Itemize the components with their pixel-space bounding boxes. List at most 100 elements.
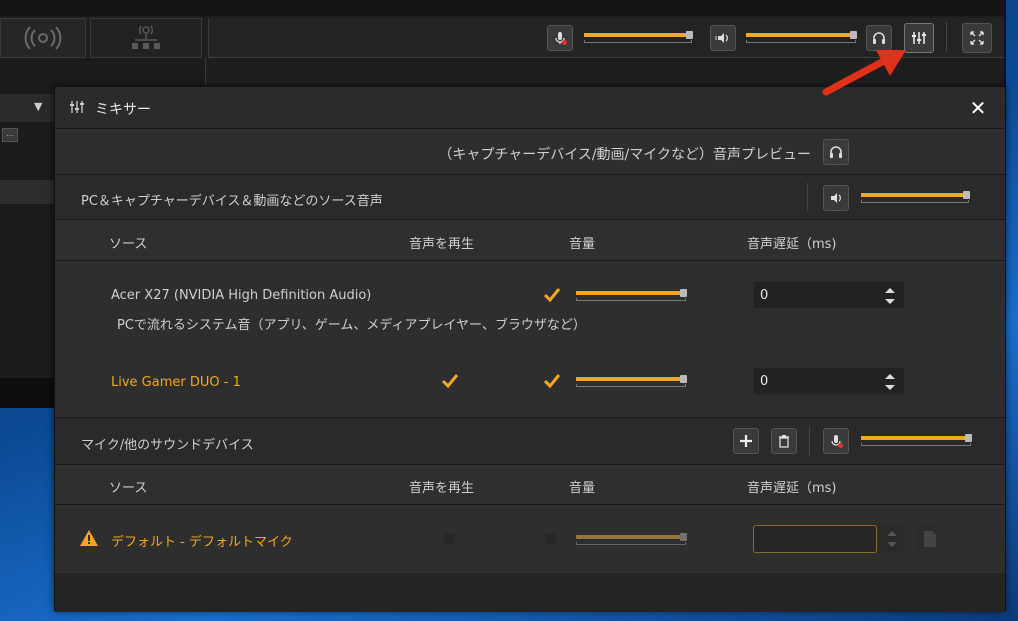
speaker-icon	[715, 33, 728, 43]
headphones-icon	[830, 146, 842, 158]
preview-row: （キャプチャーデバイス/動画/マイクなど）音声プレビュー	[55, 130, 1005, 174]
checkmark-icon	[543, 288, 561, 303]
source-volume-slider[interactable]	[576, 375, 687, 389]
slider-knob[interactable]	[965, 434, 972, 442]
document-icon	[924, 531, 936, 547]
delay-value: 0	[760, 374, 769, 389]
spinner-arrows-icon[interactable]	[882, 371, 898, 393]
broadcast-icon	[24, 26, 62, 50]
slider-track	[746, 40, 856, 43]
preview-strip	[0, 0, 1006, 16]
source-name: Acer X27 (NVIDIA High Definition Audio)	[111, 288, 372, 303]
delay-spinner[interactable]	[879, 525, 905, 553]
pc-speaker-button[interactable]	[823, 185, 849, 211]
more-button[interactable]: …	[2, 128, 18, 142]
delay-input[interactable]: 0	[753, 281, 905, 309]
delete-device-button[interactable]	[771, 428, 797, 454]
left-panel-row[interactable]	[0, 94, 54, 122]
column-source: ソース	[109, 237, 148, 252]
close-icon[interactable]: ✕	[967, 97, 989, 119]
slider-track	[861, 443, 971, 446]
mic-section-volume-slider[interactable]	[861, 434, 972, 448]
plus-icon	[740, 435, 752, 447]
mixer-footer	[55, 573, 1005, 612]
preview-headphones-button[interactable]	[823, 139, 849, 165]
checkmark-icon	[543, 374, 561, 389]
headphones-icon	[873, 32, 885, 44]
annotation-arrow-icon	[822, 50, 906, 96]
network-tab[interactable]	[90, 18, 202, 58]
source-name: Live Gamer DUO - 1	[111, 375, 241, 390]
spinner-arrows-icon	[887, 531, 897, 547]
add-device-button[interactable]	[733, 428, 759, 454]
column-volume: 音量	[569, 237, 596, 252]
column-play: 音声を再生	[409, 237, 475, 252]
slider-fill	[576, 291, 682, 295]
slider-fill	[576, 377, 682, 381]
speaker-button[interactable]	[710, 25, 736, 51]
source-name: デフォルト - デフォルトマイク	[111, 535, 293, 550]
slider-knob[interactable]	[850, 31, 857, 39]
slider-knob[interactable]	[686, 31, 693, 39]
slider-track	[584, 40, 692, 43]
pc-table-header: ソース 音声を再生 音量 音声遅延（ms)	[55, 221, 1005, 261]
slider-track	[576, 384, 686, 387]
trash-icon	[779, 435, 789, 448]
left-panel-row[interactable]	[0, 180, 54, 204]
slider-track	[576, 542, 686, 545]
fullscreen-button[interactable]	[962, 23, 992, 53]
column-source: ソース	[109, 481, 148, 496]
mixer-panel: ミキサー ✕ （キャプチャーデバイス/動画/マイクなど）音声プレビュー PC＆キ…	[54, 86, 1006, 612]
slider-fill	[584, 33, 688, 37]
column-delay: 音声遅延（ms)	[747, 481, 837, 496]
pc-source-list: Acer X27 (NVIDIA High Definition Audio) …	[55, 261, 1005, 417]
column-play: 音声を再生	[409, 481, 475, 496]
spinner-arrows-icon[interactable]	[882, 285, 898, 307]
mic-mute-button[interactable]	[823, 428, 849, 454]
preview-label: （キャプチャーデバイス/動画/マイクなど）音声プレビュー	[438, 147, 811, 163]
slider-knob[interactable]	[680, 289, 687, 297]
speaker-icon	[831, 193, 841, 203]
broadcast-tab[interactable]	[0, 18, 86, 58]
mic-icon	[831, 435, 843, 448]
fullscreen-icon	[970, 31, 984, 45]
device-settings-button[interactable]	[917, 525, 943, 553]
left-panel-footer	[0, 378, 54, 408]
mic-source-list: デフォルト - デフォルトマイク	[55, 505, 1005, 573]
delay-input[interactable]: 0	[753, 367, 905, 395]
play-checkbox[interactable]	[443, 533, 455, 545]
volume-checkbox[interactable]	[545, 533, 557, 545]
toolbar-divider	[946, 22, 947, 52]
mixer-icon	[70, 101, 84, 113]
slider-fill	[576, 535, 682, 539]
divider	[807, 183, 808, 211]
slider-fill	[861, 436, 967, 440]
slider-fill	[746, 33, 852, 37]
slider-knob[interactable]	[680, 375, 687, 383]
mic-source-band: マイク/他のサウンドデバイス	[55, 417, 1005, 465]
divider	[809, 426, 810, 456]
delay-value: 0	[760, 288, 769, 303]
dropdown-caret-icon[interactable]: ▼	[34, 100, 42, 113]
slider-knob[interactable]	[963, 191, 970, 199]
play-checkbox[interactable]	[440, 371, 460, 391]
slider-track	[861, 200, 969, 203]
toolbar-speaker-volume-slider[interactable]	[746, 31, 857, 45]
warning-icon	[80, 530, 98, 546]
pc-source-band: PC＆キャプチャーデバイス＆動画などのソース音声	[55, 174, 1005, 220]
slider-knob[interactable]	[680, 533, 687, 541]
pc-section-label: PC＆キャプチャーデバイス＆動画などのソース音声	[81, 194, 383, 209]
toolbar-mic-volume-slider[interactable]	[584, 31, 693, 45]
mixer-title: ミキサー	[95, 102, 151, 118]
mic-table-header: ソース 音声を再生 音量 音声遅延（ms)	[55, 465, 1005, 505]
column-volume: 音量	[569, 481, 596, 496]
volume-checkbox[interactable]	[542, 371, 562, 391]
column-delay: 音声遅延（ms)	[747, 237, 837, 252]
source-volume-slider[interactable]	[576, 533, 687, 547]
mic-button[interactable]	[547, 25, 573, 51]
pc-section-volume-slider[interactable]	[861, 191, 970, 205]
volume-checkbox[interactable]	[542, 285, 562, 305]
delay-input[interactable]	[753, 525, 877, 553]
slider-fill	[861, 193, 965, 197]
source-volume-slider[interactable]	[576, 289, 687, 303]
